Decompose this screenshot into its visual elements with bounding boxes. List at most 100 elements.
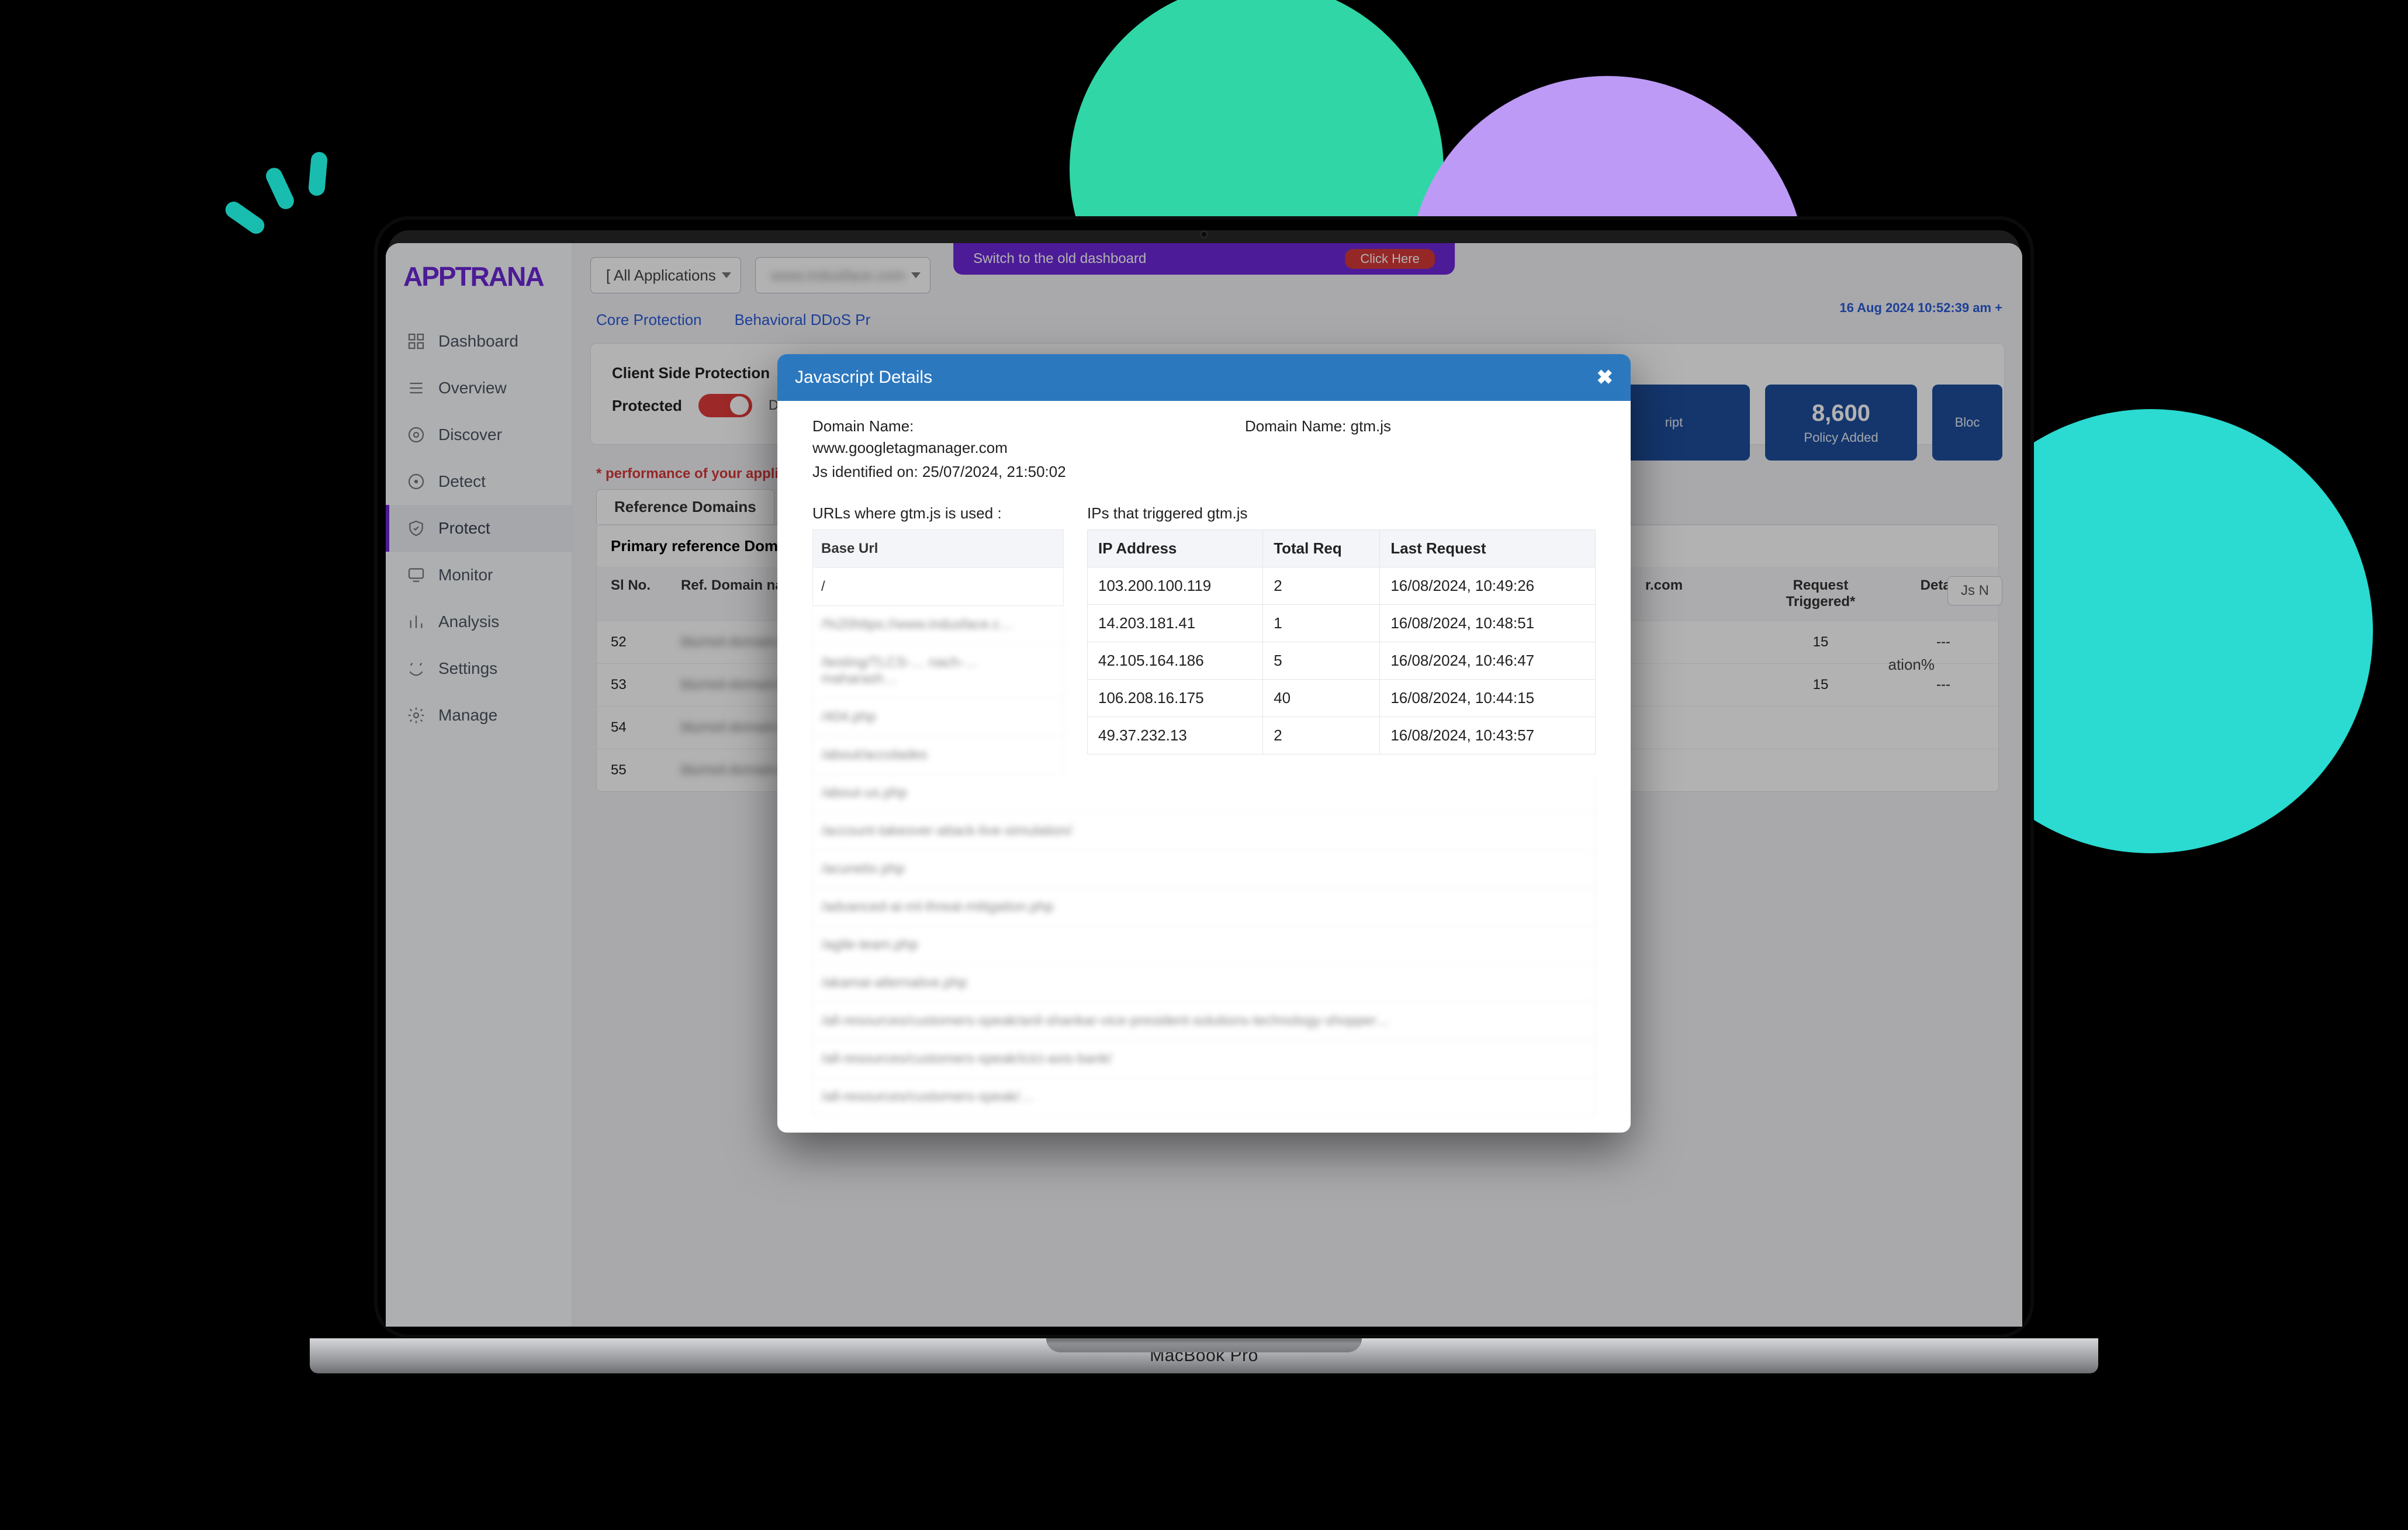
ip-table: IP Address Total Req Last Request 103.20… xyxy=(1087,529,1596,754)
ip-row: 106.208.16.175 40 16/08/2024, 10:44:15 xyxy=(1088,680,1596,717)
client-side-label: Client Side Protection xyxy=(612,364,770,382)
ation-fragment: ation% xyxy=(1888,656,1935,674)
nav-label: Analysis xyxy=(438,612,499,631)
stat-sub: ript xyxy=(1665,415,1683,430)
page-timestamp: 16 Aug 2024 10:52:39 am + xyxy=(1839,300,2002,316)
ip-row: 49.37.232.13 2 16/08/2024, 10:43:57 xyxy=(1088,717,1596,754)
nav-overview[interactable]: Overview xyxy=(386,365,572,411)
identified-value: 25/07/2024, 21:50:02 xyxy=(922,463,1066,480)
modal-title: Javascript Details xyxy=(795,368,932,387)
file-name-label: Domain Name: xyxy=(1245,417,1346,435)
th-req: Request Triggered* xyxy=(1756,577,1885,610)
th-domain-suffix: r.com xyxy=(1645,577,1739,610)
stat-card-3: Bloc xyxy=(1932,385,2002,461)
url-row: /acunetix.php xyxy=(812,850,1596,888)
detect-icon xyxy=(407,472,425,491)
analysis-icon xyxy=(407,612,425,631)
banner-cta[interactable]: Click Here xyxy=(1345,249,1434,269)
ips-header: IPs that triggered gtm.js xyxy=(1087,497,1596,529)
url-row: /all-resources/customers-speak/icici-axi… xyxy=(812,1040,1596,1078)
domain-name-label: Domain Name: xyxy=(812,417,1163,435)
nav-analysis[interactable]: Analysis xyxy=(386,598,572,645)
banner-text: Switch to the old dashboard xyxy=(973,251,1146,267)
js-button[interactable]: Js N xyxy=(1947,576,2002,605)
url-th: Base Url xyxy=(812,529,1064,568)
modal-header: Javascript Details ✖ xyxy=(777,354,1631,401)
nav-label: Discover xyxy=(438,425,502,444)
app-selector[interactable]: [ All Applications xyxy=(590,257,741,293)
stat-cards: ript 8,600 Policy Added Bloc xyxy=(1598,385,2002,461)
th-ip: IP Address xyxy=(1088,530,1263,567)
modal-body: Domain Name: www.googletagmanager.com Do… xyxy=(777,401,1631,1133)
ip-row: 103.200.100.119 2 16/08/2024, 10:49:26 xyxy=(1088,567,1596,605)
nav-label: Dashboard xyxy=(438,332,518,351)
brand-logo: APPTRANA xyxy=(386,243,572,318)
laptop-frame: Switch to the old dashboard Click Here A… xyxy=(310,216,2098,1397)
url-row: /about-us.php xyxy=(812,774,1596,812)
discover-icon xyxy=(407,425,425,444)
camera-notch xyxy=(1200,230,1208,238)
protected-label: Protected xyxy=(612,397,682,415)
shield-icon xyxy=(407,519,425,538)
url-list: Base Url / /%20https://www.indusface.c… … xyxy=(812,529,1064,774)
nav-label: Manage xyxy=(438,706,497,725)
nav-protect[interactable]: Protect xyxy=(386,505,572,552)
domain-name-value: www.googletagmanager.com xyxy=(812,439,1163,457)
domains-tab[interactable]: Reference Domains xyxy=(596,489,774,524)
ip-row: 42.105.164.186 5 16/08/2024, 10:46:47 xyxy=(1088,642,1596,680)
stat-num: 8,600 xyxy=(1812,400,1870,427)
url-row: /testing/TLCS-… nach-… maharash… xyxy=(812,644,1064,698)
url-row: /about/accolades xyxy=(812,736,1064,774)
tab-core-protection[interactable]: Core Protection xyxy=(596,311,702,329)
th-slno: Sl No. xyxy=(611,577,663,610)
url-row: /all-resources/customers-speak/… xyxy=(812,1078,1596,1116)
monitor-icon xyxy=(407,566,425,584)
ip-row: 14.203.181.41 1 16/08/2024, 10:48:51 xyxy=(1088,605,1596,642)
url-row: /akamai-alternative.php xyxy=(812,964,1596,1002)
url-list-wide: /about-us.php /account-takeover-attack-l… xyxy=(812,774,1596,1116)
url-row: /%20https://www.indusface.c… xyxy=(812,606,1064,644)
selector-value: www.indusface.com xyxy=(771,266,905,285)
legacy-dashboard-banner: Switch to the old dashboard Click Here xyxy=(953,243,1455,275)
selector-value: [ All Applications xyxy=(606,266,716,285)
stat-sub: Bloc xyxy=(1955,415,1980,430)
overview-icon xyxy=(407,379,425,397)
nav-label: Protect xyxy=(438,519,490,538)
file-name-value: gtm.js xyxy=(1351,417,1391,435)
url-row: /404.php xyxy=(812,698,1064,736)
nav-manage[interactable]: Manage xyxy=(386,692,572,739)
decor-spark xyxy=(231,143,348,260)
stat-sub: Policy Added xyxy=(1804,430,1878,445)
close-icon[interactable]: ✖ xyxy=(1597,366,1614,389)
nav-monitor[interactable]: Monitor xyxy=(386,552,572,598)
settings-icon xyxy=(407,659,425,678)
js-details-modal: Javascript Details ✖ Domain Name: www.go… xyxy=(777,354,1631,1133)
nav-dashboard[interactable]: Dashboard xyxy=(386,318,572,365)
dashboard-icon xyxy=(407,332,425,351)
url-row: /agile-team.php xyxy=(812,926,1596,964)
identified-label: Js identified on: xyxy=(812,463,918,480)
url-row: /account-takeover-attack-live-simulation… xyxy=(812,812,1596,850)
sidebar: APPTRANA Dashboard Overview xyxy=(386,243,573,1327)
domain-selector[interactable]: www.indusface.com xyxy=(755,257,930,293)
urls-header: URLs where gtm.js is used : xyxy=(812,497,1064,529)
nav-label: Settings xyxy=(438,659,497,678)
nav-detect[interactable]: Detect xyxy=(386,458,572,505)
th-last: Last Request xyxy=(1380,530,1596,567)
protected-toggle[interactable] xyxy=(698,394,752,417)
nav-discover[interactable]: Discover xyxy=(386,411,572,458)
gear-icon xyxy=(407,706,425,725)
url-row: /all-resources/customers-speak/anil-shan… xyxy=(812,1002,1596,1040)
app-screen: Switch to the old dashboard Click Here A… xyxy=(386,243,2022,1327)
url-row: /advanced-ai-ml-threat-mitigation.php xyxy=(812,888,1596,926)
url-row: / xyxy=(812,568,1064,606)
tab-behavioral-ddos[interactable]: Behavioral DDoS Pr xyxy=(735,311,871,329)
laptop-base: MacBook Pro xyxy=(310,1338,2098,1397)
nav-label: Overview xyxy=(438,379,507,397)
nav-label: Detect xyxy=(438,472,486,491)
th-total: Total Req xyxy=(1263,530,1380,567)
stat-card-2: 8,600 Policy Added xyxy=(1765,385,1917,461)
subtabs: Core Protection Behavioral DDoS Pr xyxy=(573,305,2022,343)
nav-settings[interactable]: Settings xyxy=(386,645,572,692)
nav-label: Monitor xyxy=(438,566,493,584)
